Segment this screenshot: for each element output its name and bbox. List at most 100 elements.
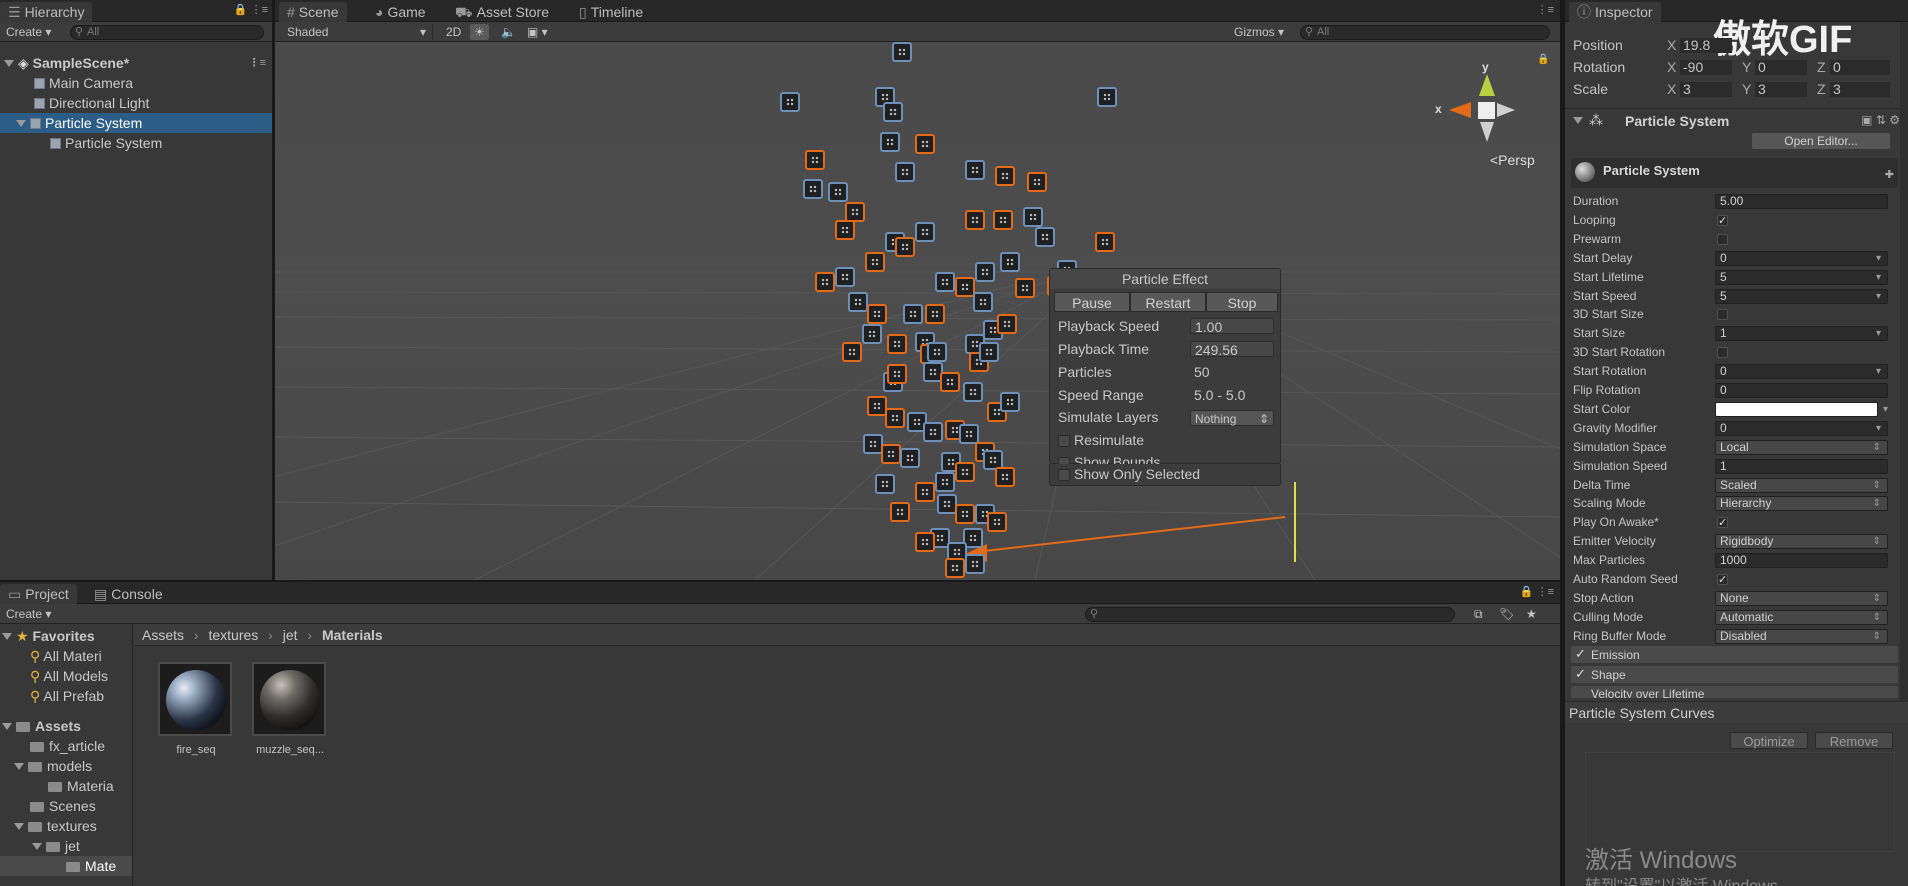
hierarchy-item-directional-light[interactable]: Directional Light: [0, 93, 272, 113]
property-field[interactable]: 1: [1715, 458, 1888, 474]
expand-arrow-icon[interactable]: [2, 723, 12, 730]
dropdown-arrow-icon[interactable]: ▾: [1876, 252, 1881, 265]
asset-item-muzzle-seq[interactable]: muzzle_seq...: [250, 662, 330, 762]
tab-scene[interactable]: # Scene: [279, 2, 347, 22]
remove-button[interactable]: Remove: [1815, 732, 1893, 749]
dropdown-arrow-icon[interactable]: ▾: [1876, 365, 1881, 378]
module-velocity-over-lifetime[interactable]: Velocity over Lifetime: [1571, 686, 1898, 698]
expand-arrow-icon[interactable]: [14, 823, 24, 830]
updown-arrow-icon[interactable]: ⇕: [1873, 441, 1881, 454]
scale-z-field[interactable]: 3: [1830, 82, 1890, 97]
shading-mode-dropdown[interactable]: Shaded ▾: [283, 24, 433, 40]
dropdown-arrow-icon[interactable]: ▾: [1883, 400, 1888, 419]
position-x-field[interactable]: 19.8: [1680, 38, 1732, 53]
asset-folder-fx-article[interactable]: fx_article: [0, 736, 132, 756]
assets-header[interactable]: Assets: [0, 716, 132, 736]
property-dropdown[interactable]: None ⇕: [1715, 590, 1888, 606]
favorites-header[interactable]: ★ Favorites: [0, 626, 132, 646]
lighting-toggle-icon[interactable]: ☀: [470, 24, 489, 40]
show-only-selected-checkbox[interactable]: [1058, 469, 1070, 481]
favorite-all-models[interactable]: ⚲ All Models: [0, 666, 132, 686]
dropdown-arrow-icon[interactable]: ▾: [1876, 271, 1881, 284]
asset-item-fire-seq[interactable]: fire_seq: [156, 662, 236, 762]
simulate-layers-dropdown[interactable]: Nothing ⇕: [1190, 410, 1274, 426]
scale-y-field[interactable]: 3: [1755, 82, 1807, 97]
expand-arrow-icon[interactable]: [2, 633, 12, 640]
scene-viewport[interactable]: y x <Persp 🔒 Particle Effect Pause Resta…: [275, 42, 1560, 580]
asset-folder-scenes[interactable]: Scenes: [0, 796, 132, 816]
hierarchy-item-particle-system[interactable]: Particle System: [0, 113, 272, 133]
hierarchy-item-main-camera[interactable]: Main Camera: [0, 73, 272, 93]
property-checkbox[interactable]: ✓: [1717, 214, 1728, 226]
tab-timeline[interactable]: ▯ Timeline: [571, 2, 651, 22]
optimize-button[interactable]: Optimize: [1730, 732, 1808, 749]
updown-arrow-icon[interactable]: ⇕: [1873, 535, 1881, 548]
dropdown-arrow-icon[interactable]: ▾: [1876, 290, 1881, 303]
orientation-gizmo[interactable]: y x <Persp: [1435, 60, 1535, 170]
asset-folder-jet-materials[interactable]: Mate: [0, 856, 132, 876]
scene-menu-icon[interactable]: ⋮≡: [249, 53, 266, 73]
favorite-star-icon[interactable]: ★: [1522, 606, 1541, 622]
property-field[interactable]: 5 ▾: [1715, 269, 1888, 285]
property-field[interactable]: 5 ▾: [1715, 288, 1888, 304]
start-color-swatch[interactable]: [1715, 401, 1878, 417]
breadcrumb-textures[interactable]: textures: [208, 627, 258, 643]
expand-arrow-icon[interactable]: [16, 120, 26, 127]
property-field[interactable]: 0: [1715, 383, 1888, 398]
asset-folder-models[interactable]: models: [0, 756, 132, 776]
dropdown-arrow-icon[interactable]: ▾: [1876, 327, 1881, 340]
inspector-scrollbar[interactable]: [1900, 22, 1908, 702]
playback-time-field[interactable]: 249.56: [1190, 341, 1274, 358]
breadcrumb-materials[interactable]: Materials: [322, 627, 383, 643]
tab-console[interactable]: ▤ Console: [86, 584, 171, 604]
gizmos-dropdown[interactable]: Gizmos ▾: [1230, 24, 1288, 40]
tab-game[interactable]: ◕ Game: [367, 2, 434, 22]
favorite-all-prefabs[interactable]: ⚲ All Prefab: [0, 686, 132, 706]
property-field[interactable]: 0 ▾: [1715, 364, 1888, 380]
updown-arrow-icon[interactable]: ⇕: [1873, 611, 1881, 624]
rotation-z-field[interactable]: 0: [1830, 60, 1890, 75]
property-checkbox[interactable]: ✓: [1717, 574, 1728, 586]
tab-asset-store[interactable]: ⛟ Asset Store: [447, 2, 557, 22]
property-checkbox[interactable]: [1717, 233, 1728, 245]
property-field[interactable]: 0 ▾: [1715, 420, 1888, 436]
resimulate-checkbox[interactable]: [1058, 435, 1070, 447]
asset-folder-jet[interactable]: jet: [0, 836, 132, 856]
property-dropdown[interactable]: Rigidbody ⇕: [1715, 534, 1888, 550]
curve-editor-area[interactable]: [1585, 752, 1895, 852]
favorite-all-materials[interactable]: ⚲ All Materi: [0, 646, 132, 666]
panel-menu-icon[interactable]: 🔒 ⋮≡: [234, 3, 268, 16]
updown-arrow-icon[interactable]: ⇕: [1873, 592, 1881, 605]
component-header[interactable]: ⁂ Particle System ▣ ⇅ ⚙: [1565, 108, 1908, 132]
gizmo-center-cube[interactable]: [1478, 102, 1495, 119]
effects-toggle-icon[interactable]: ▣ ▾: [523, 24, 552, 40]
filter-type-icon[interactable]: ⧉: [1470, 606, 1487, 622]
project-search-input[interactable]: ⚲: [1085, 607, 1455, 622]
expand-arrow-icon[interactable]: [32, 843, 42, 850]
breadcrumb-jet[interactable]: jet: [283, 627, 298, 643]
panel-menu-icon[interactable]: 🔒 ⋮≡: [1520, 585, 1554, 598]
dropdown-arrow-icon[interactable]: ▾: [1876, 422, 1881, 435]
audio-toggle-icon[interactable]: 🔈: [497, 24, 520, 40]
expand-arrow-icon[interactable]: [1573, 117, 1583, 124]
lock-icon[interactable]: 🔒: [1537, 54, 1549, 65]
property-field[interactable]: 1 ▾: [1715, 326, 1888, 342]
rotation-y-field[interactable]: 0: [1755, 60, 1807, 75]
property-checkbox[interactable]: ✓: [1717, 517, 1728, 529]
property-dropdown[interactable]: Scaled ⇕: [1715, 477, 1888, 493]
panel-menu-icon[interactable]: ⋮≡: [1537, 3, 1554, 16]
tab-hierarchy[interactable]: ☰ Hierarchy: [0, 2, 93, 22]
property-field[interactable]: 1000: [1715, 553, 1888, 569]
stop-button[interactable]: Stop: [1206, 292, 1278, 312]
property-dropdown[interactable]: Local ⇕: [1715, 439, 1888, 455]
property-checkbox[interactable]: [1717, 347, 1728, 359]
asset-folder-models-materials[interactable]: Materia: [0, 776, 132, 796]
property-dropdown[interactable]: Automatic ⇕: [1715, 609, 1888, 625]
2d-toggle[interactable]: 2D: [442, 24, 465, 40]
persp-label[interactable]: <Persp: [1490, 152, 1535, 168]
scene-search-input[interactable]: ⚲ All: [1300, 25, 1550, 40]
module-header[interactable]: Particle System ✚: [1571, 158, 1898, 188]
restart-button[interactable]: Restart: [1130, 292, 1206, 312]
breadcrumb-assets[interactable]: Assets: [142, 627, 184, 643]
component-menu-icons[interactable]: ▣ ⇅ ⚙: [1861, 113, 1900, 127]
